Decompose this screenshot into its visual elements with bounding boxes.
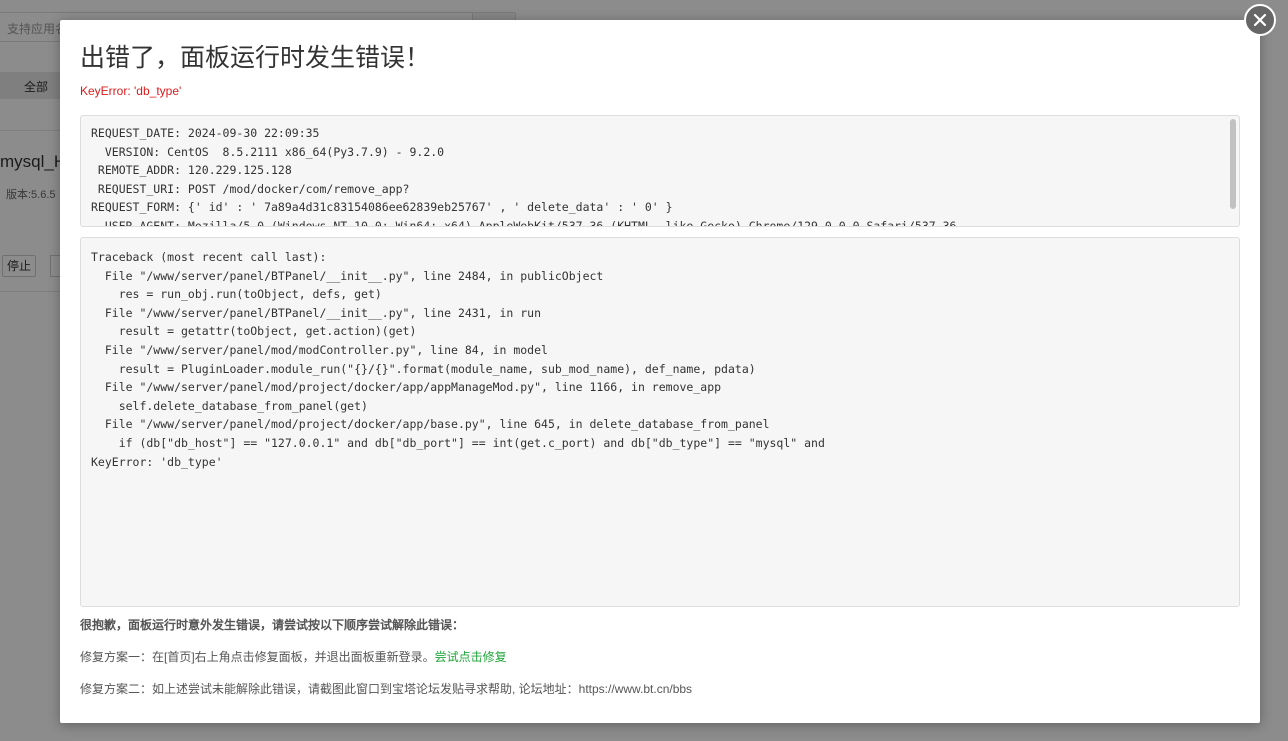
traceback-line: Traceback (most recent call last): xyxy=(91,250,327,264)
traceback-box: Traceback (most recent call last): File … xyxy=(80,237,1240,607)
traceback-line: File "/www/server/panel/BTPanel/__init__… xyxy=(91,305,542,320)
traceback-line: result = PluginLoader.module_run("{}/{}"… xyxy=(91,361,756,376)
apology-text: 很抱歉，面板运行时意外发生错误，请尝试按以下顺序尝试解除此错误： xyxy=(80,618,465,632)
request-info-line: USER_AGENT: Mozilla/5.0 (Windows NT 10.0… xyxy=(91,218,957,227)
traceback-line: if (db["db_host"] == "127.0.0.1" and db[… xyxy=(91,435,825,450)
traceback-line: File "/www/server/panel/mod/project/dock… xyxy=(91,380,722,395)
traceback-line: KeyError: 'db_type' xyxy=(91,454,223,469)
request-info-line: REQUEST_FORM: {' id' : ' 7a89a4d31c83154… xyxy=(91,200,673,215)
error-message: KeyError: 'db_type' xyxy=(80,84,182,98)
request-info-box[interactable]: REQUEST_DATE: 2024-09-30 22:09:35 VERSIO… xyxy=(80,115,1240,227)
request-info-line: REQUEST_URI: POST /mod/docker/com/remove… xyxy=(91,181,410,196)
traceback-line: self.delete_database_from_panel(get) xyxy=(91,398,368,413)
try-repair-link[interactable]: 尝试点击修复 xyxy=(435,650,507,664)
traceback-line: File "/www/server/panel/BTPanel/__init__… xyxy=(91,268,604,283)
request-info-line: REMOTE_ADDR: 120.229.125.128 xyxy=(91,163,292,178)
request-info-scrollbar[interactable] xyxy=(1230,117,1238,225)
traceback-line: File "/www/server/panel/mod/project/dock… xyxy=(91,417,770,432)
traceback-line: res = run_obj.run(toObject, defs, get) xyxy=(91,287,382,302)
fix-option-one: 修复方案一：在[首页]右上角点击修复面板，并退出面板重新登录。尝试点击修复 xyxy=(80,648,507,665)
request-info-line: VERSION: CentOS 8.5.2111 x86_64(Py3.7.9)… xyxy=(91,144,445,159)
fix-option-two: 修复方案二：如上述尝试未能解除此错误，请截图此窗口到宝塔论坛发贴寻求帮助, 论坛… xyxy=(80,682,693,696)
fix-option-one-text: 修复方案一：在[首页]右上角点击修复面板，并退出面板重新登录。 xyxy=(80,650,435,664)
error-dialog: 出错了，面板运行时发生错误！ KeyError: 'db_type' REQUE… xyxy=(60,20,1260,723)
traceback-line: result = getattr(toObject, get.action)(g… xyxy=(91,324,417,339)
traceback-text: Traceback (most recent call last): File … xyxy=(81,238,1239,471)
close-icon xyxy=(1253,13,1267,27)
close-button[interactable] xyxy=(1244,4,1276,36)
dialog-title: 出错了，面板运行时发生错误！ xyxy=(80,44,431,72)
traceback-line: File "/www/server/panel/mod/modControlle… xyxy=(91,342,548,357)
scrollbar-thumb[interactable] xyxy=(1230,119,1236,209)
request-info-line: REQUEST_DATE: 2024-09-30 22:09:35 xyxy=(91,126,320,140)
request-info-text: REQUEST_DATE: 2024-09-30 22:09:35 VERSIO… xyxy=(81,116,1239,227)
